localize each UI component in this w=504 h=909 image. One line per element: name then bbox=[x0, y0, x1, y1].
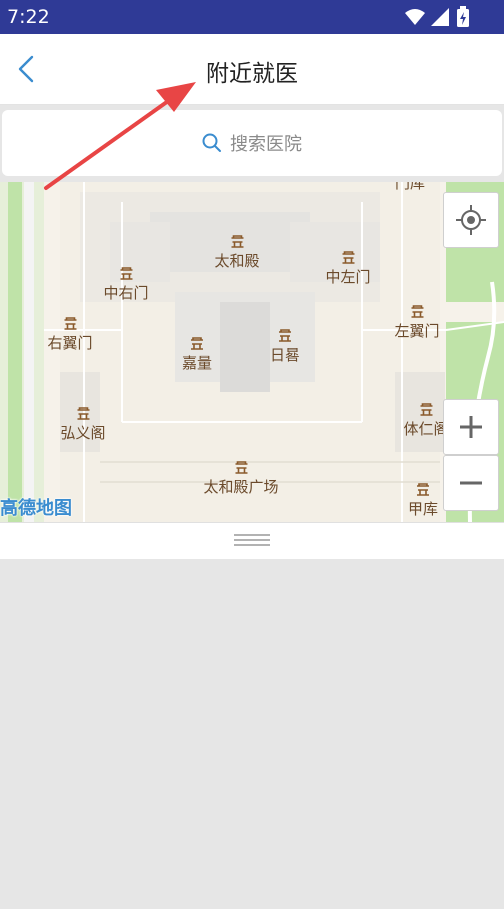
map-brand-logo: 高德地图 bbox=[0, 498, 72, 519]
poi-youyimen[interactable]: 右翼门 bbox=[47, 316, 93, 353]
search-icon bbox=[202, 133, 221, 152]
poi-label: 中左门 bbox=[325, 268, 371, 286]
poi-zhongyoumen[interactable]: 中右门 bbox=[103, 266, 149, 303]
poi-zuoyimen[interactable]: 左翼门 bbox=[394, 304, 440, 341]
search-bar[interactable]: 搜索医院 bbox=[2, 110, 502, 176]
search-placeholder: 搜索医院 bbox=[230, 134, 302, 155]
palace-icon bbox=[416, 483, 429, 496]
search-field[interactable]: 搜索医院 bbox=[2, 130, 502, 156]
palace-icon bbox=[234, 461, 247, 474]
poi-label: 太和殿 bbox=[214, 252, 260, 270]
plus-icon bbox=[460, 416, 482, 438]
poi-label: 中右门 bbox=[103, 284, 149, 302]
map-view[interactable]: 门库 主 太和殿 中右门 中左门 右翼门 嘉量 日晷 左翼门 弘义阁 体仁阁 太… bbox=[0, 182, 504, 522]
poi-jiaku[interactable]: 甲库 bbox=[408, 482, 438, 519]
palace-icon bbox=[278, 329, 291, 342]
poi-label: 右翼门 bbox=[47, 334, 93, 352]
wifi-icon bbox=[405, 9, 425, 25]
palace-icon bbox=[341, 251, 354, 264]
poi-jialiang[interactable]: 嘉量 bbox=[182, 336, 212, 373]
palace-icon bbox=[63, 317, 76, 330]
page-title: 附近就医 bbox=[206, 61, 298, 87]
drag-handle-icon[interactable] bbox=[234, 533, 270, 547]
signal-icon bbox=[431, 8, 449, 26]
poi-hongyige[interactable]: 弘义阁 bbox=[60, 406, 106, 443]
locate-icon bbox=[456, 205, 486, 235]
palace-icon bbox=[230, 235, 243, 248]
poi-label: 弘义阁 bbox=[60, 424, 106, 442]
poi-zhongzuomen[interactable]: 中左门 bbox=[325, 250, 371, 287]
poi-label: 日晷 bbox=[269, 346, 301, 364]
poi-label: 太和殿广场 bbox=[203, 478, 279, 496]
status-icons bbox=[404, 6, 474, 27]
status-time: 7:22 bbox=[7, 6, 50, 28]
palace-icon bbox=[119, 267, 132, 280]
app-header: 附近就医 bbox=[0, 34, 504, 105]
poi-taihedian-square[interactable]: 太和殿广场 bbox=[203, 460, 279, 497]
minus-icon bbox=[460, 481, 482, 485]
bottom-drawer[interactable] bbox=[0, 522, 504, 559]
zoom-out-button[interactable] bbox=[443, 455, 499, 511]
palace-icon bbox=[410, 305, 423, 318]
locate-button[interactable] bbox=[443, 192, 499, 248]
poi-label: 左翼门 bbox=[394, 322, 440, 340]
poi-label: 嘉量 bbox=[181, 354, 213, 372]
status-bar: 7:22 bbox=[0, 0, 504, 34]
zoom-in-button[interactable] bbox=[443, 399, 499, 455]
palace-icon bbox=[419, 403, 432, 416]
poi-label: 体仁阁 bbox=[403, 420, 449, 438]
poi-taihedian[interactable]: 太和殿 bbox=[214, 234, 260, 271]
palace-icon bbox=[190, 337, 203, 350]
battery-icon bbox=[457, 6, 469, 27]
poi-tirenge[interactable]: 体仁阁 bbox=[403, 402, 449, 439]
palace-icon bbox=[76, 407, 89, 420]
poi-rigui[interactable]: 日晷 bbox=[270, 328, 300, 365]
poi-label: 甲库 bbox=[407, 500, 439, 518]
map-label-partial-top: 门库 bbox=[394, 182, 426, 192]
